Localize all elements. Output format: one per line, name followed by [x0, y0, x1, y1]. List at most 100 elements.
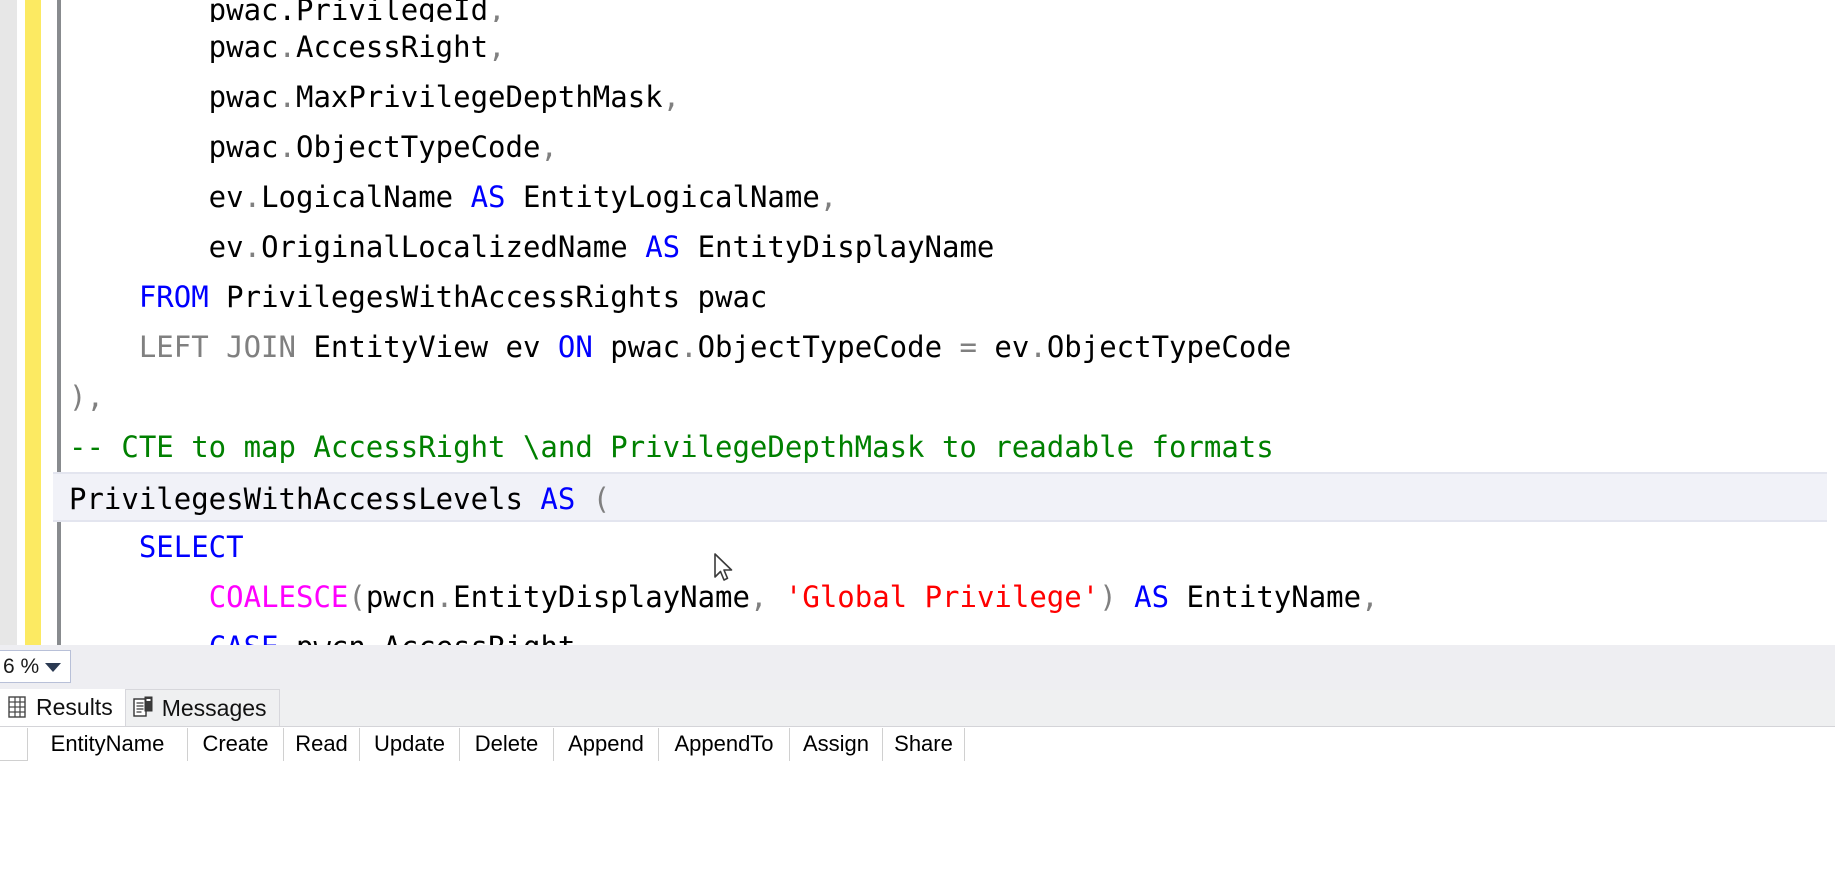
code-token: ,	[488, 0, 506, 22]
grid-select-all-corner[interactable]	[0, 728, 28, 761]
results-grid[interactable]: EntityName Create Read Update Delete Append Ap…	[0, 728, 1835, 895]
code-token: SELECT	[138, 530, 244, 564]
code-token: ObjectTypeCode	[295, 130, 541, 164]
editor-selection-margin	[0, 0, 17, 645]
code-token: ev	[69, 180, 244, 214]
code-token: =	[959, 330, 977, 364]
code-token: .	[1029, 330, 1047, 364]
editor-status-strip	[0, 645, 1835, 690]
code-line[interactable]: COALESCE(pwcn.EntityDisplayName, 'Global…	[61, 572, 1835, 622]
code-token: COALESCE	[208, 580, 349, 614]
code-token: .	[278, 30, 296, 64]
zoom-level-value: 6 %	[3, 654, 40, 678]
code-token: 'Global Privilege'	[784, 580, 1100, 614]
tab-messages-label: Messages	[161, 694, 267, 721]
code-token: AccessRight	[383, 630, 575, 645]
code-token: LEFT JOIN	[138, 330, 296, 364]
sql-code-editor[interactable]: pwac.PrivilegeId, pwac.AccessRight, pwac…	[0, 0, 1835, 645]
code-line[interactable]: pwac.ObjectTypeCode,	[61, 122, 1835, 172]
grid-column-header[interactable]: Assign	[790, 728, 883, 761]
grid-column-header[interactable]: Share	[883, 728, 965, 761]
code-token: ,	[540, 130, 558, 164]
code-token: pwcn	[365, 580, 436, 614]
code-line[interactable]: ),	[61, 372, 1835, 422]
grid-column-header[interactable]: Delete	[460, 728, 554, 761]
code-token: (	[348, 580, 366, 614]
code-token: ,	[86, 380, 104, 414]
code-line[interactable]: FROM PrivilegesWithAccessRights pwac	[61, 272, 1835, 322]
code-line[interactable]: CASE pwcn.AccessRight	[61, 622, 1835, 645]
code-token: AS	[645, 230, 681, 264]
grid-header-row: EntityName Create Read Update Delete Append Ap…	[28, 728, 965, 761]
code-token: ,	[488, 30, 506, 64]
tab-results[interactable]: Results	[0, 689, 125, 726]
code-token: FROM	[138, 280, 209, 314]
code-token: PrivilegesWithAccessRights pwac	[208, 280, 768, 314]
code-token: .	[243, 230, 262, 264]
code-token: pwac.PrivilegeId	[69, 0, 489, 22]
code-token: AS	[1134, 580, 1170, 614]
code-token: OriginalLocalizedName	[261, 230, 646, 264]
grid-column-header[interactable]: Append	[554, 728, 659, 761]
message-document-icon	[132, 695, 154, 721]
code-token: pwac	[69, 30, 279, 64]
code-token: AS	[470, 180, 506, 214]
grid-body[interactable]	[0, 762, 1835, 895]
ssms-query-window: pwac.PrivilegeId, pwac.AccessRight, pwac…	[0, 0, 1835, 895]
grid-table-icon	[6, 694, 28, 720]
code-token: AS	[540, 482, 576, 516]
grid-column-header[interactable]: Create	[188, 728, 284, 761]
code-line[interactable]: pwac.MaxPrivilegeDepthMask,	[61, 72, 1835, 122]
code-token: PrivilegesWithAccessLevels	[69, 482, 541, 516]
code-token: EntityName	[1169, 580, 1362, 614]
code-token: )	[69, 380, 87, 414]
code-token: ,	[662, 80, 681, 114]
code-token: ON	[557, 330, 593, 364]
code-line[interactable]: ev.LogicalName AS EntityLogicalName,	[61, 172, 1835, 222]
code-token: .	[278, 130, 296, 164]
code-token: pwac	[69, 80, 279, 114]
code-token: EntityDisplayName	[680, 230, 995, 264]
code-line[interactable]: pwac.PrivilegeId,	[61, 0, 1835, 22]
code-token: -- CTE to map AccessRight \and Privilege…	[69, 430, 1274, 464]
code-token: pwac	[592, 330, 681, 364]
code-token: LogicalName	[261, 180, 471, 214]
grid-column-header[interactable]: Read	[284, 728, 360, 761]
code-token: .	[243, 180, 262, 214]
grid-column-header[interactable]: AppendTo	[659, 728, 790, 761]
code-line[interactable]: LEFT JOIN EntityView ev ON pwac.ObjectTy…	[61, 322, 1835, 372]
code-line[interactable]: pwac.AccessRight,	[61, 22, 1835, 72]
results-pane: Results Messages EntityName Create Read …	[0, 689, 1835, 895]
code-line[interactable]: -- CTE to map AccessRight \and Privilege…	[61, 422, 1835, 472]
code-token: ev	[69, 230, 244, 264]
chevron-down-icon[interactable]	[45, 663, 61, 672]
code-token: pwac	[69, 130, 279, 164]
code-token: .	[366, 630, 383, 645]
code-token: ev	[976, 330, 1030, 364]
code-line-current[interactable]: PrivilegesWithAccessLevels AS (	[53, 472, 1827, 522]
code-token: CASE	[209, 630, 279, 645]
results-tab-bar: Results Messages	[0, 689, 1835, 727]
code-line[interactable]: SELECT	[61, 522, 1835, 572]
code-line[interactable]: ev.OriginalLocalizedName AS EntityDispla…	[61, 222, 1835, 272]
grid-column-header[interactable]: EntityName	[28, 728, 188, 761]
code-token: EntityDisplayName	[453, 580, 750, 614]
code-token: ,	[819, 180, 838, 214]
code-token: .	[278, 80, 296, 114]
code-token: )	[1099, 580, 1117, 614]
tab-messages[interactable]: Messages	[124, 689, 280, 726]
code-text-area[interactable]: pwac.PrivilegeId, pwac.AccessRight, pwac…	[53, 0, 1835, 645]
code-token: pwcn	[279, 630, 366, 645]
code-token: MaxPrivilegeDepthMask	[295, 80, 663, 114]
grid-column-header[interactable]: Update	[360, 728, 460, 761]
zoom-level-dropdown[interactable]: 6 %	[0, 650, 71, 683]
code-token: ObjectTypeCode	[1046, 330, 1292, 364]
code-token: EntityView ev	[295, 330, 558, 364]
tab-results-label: Results	[36, 693, 113, 720]
code-token: EntityLogicalName	[505, 180, 820, 214]
